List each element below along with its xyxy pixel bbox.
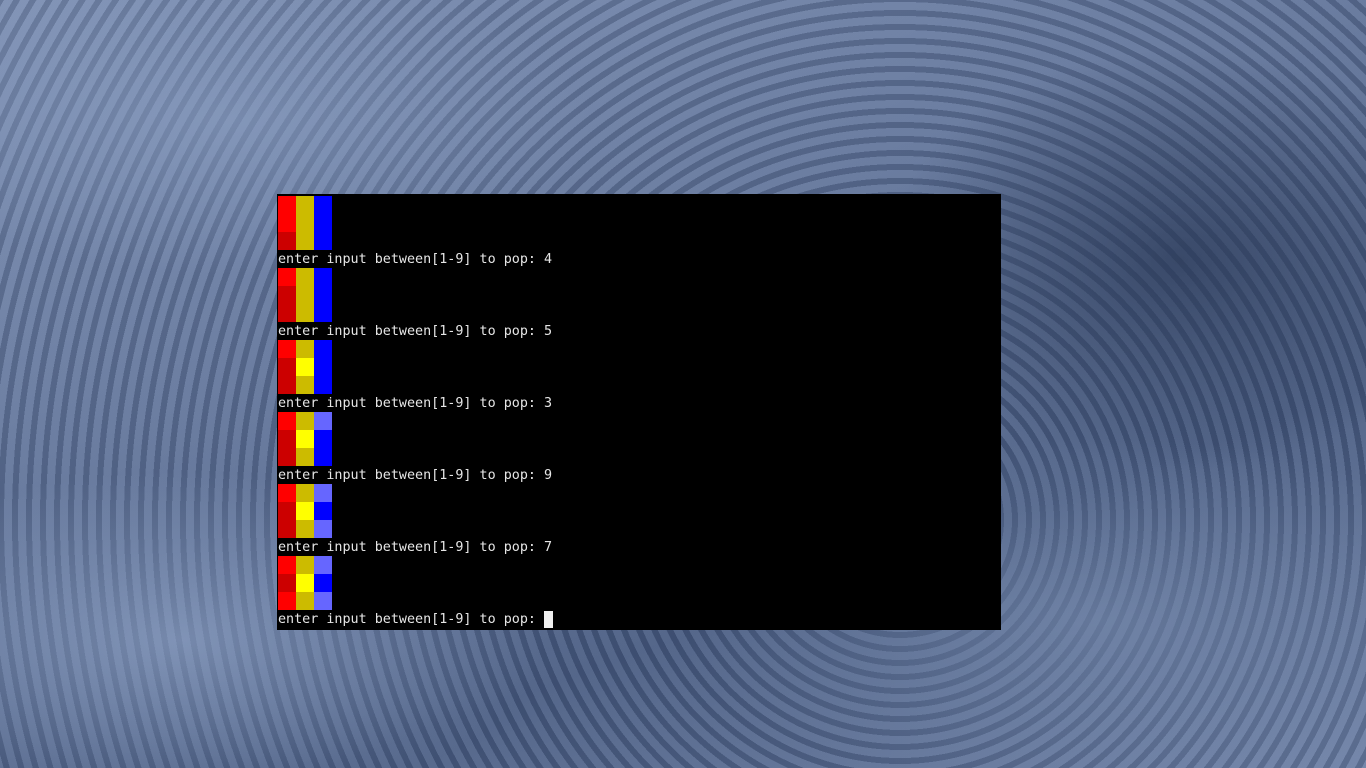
grid-cell	[278, 340, 296, 358]
grid-cell	[278, 376, 296, 394]
grid-cell	[296, 412, 314, 430]
grid-cell	[278, 268, 296, 286]
prompt-line: enter input between[1-9] to pop: 5	[278, 323, 552, 341]
terminal-window[interactable]: enter input between[1-9] to pop: 4 enter …	[277, 194, 1001, 630]
grid-cell	[314, 574, 332, 592]
text-cursor[interactable]	[544, 611, 554, 628]
grid-cell	[314, 232, 332, 250]
prompt-text: enter input between[1-9] to pop: 3	[278, 396, 553, 411]
grid-cell	[278, 574, 296, 592]
grid-cell	[278, 484, 296, 502]
grid-cell	[296, 214, 314, 232]
grid-cell	[296, 502, 314, 520]
grid-cell	[278, 358, 296, 376]
grid-cell	[296, 358, 314, 376]
grid-cell	[314, 358, 332, 376]
grid-cell	[314, 214, 332, 232]
grid-cell	[296, 196, 314, 214]
prompt-line: enter input between[1-9] to pop: 3	[278, 395, 552, 413]
grid-cell	[278, 232, 296, 250]
grid-cell	[314, 484, 332, 502]
active-prompt-line[interactable]: enter input between[1-9] to pop:	[278, 611, 554, 629]
grid-cell	[278, 412, 296, 430]
prompt-text: enter input between[1-9] to pop: 5	[278, 324, 553, 339]
prompt-text: enter input between[1-9] to pop:	[278, 612, 545, 627]
grid-cell	[296, 286, 314, 304]
grid-cell	[296, 556, 314, 574]
grid-cell	[296, 430, 314, 448]
grid-cell	[296, 376, 314, 394]
prompt-text: enter input between[1-9] to pop: 4	[278, 252, 553, 267]
prompt-line: enter input between[1-9] to pop: 4	[278, 251, 552, 269]
grid-cell	[296, 232, 314, 250]
grid-cell	[296, 574, 314, 592]
grid-cell	[314, 340, 332, 358]
grid-cell	[296, 340, 314, 358]
grid-cell	[314, 304, 332, 322]
grid-cell	[314, 592, 332, 610]
grid-cell	[314, 430, 332, 448]
grid-cell	[296, 304, 314, 322]
grid-cell	[278, 304, 296, 322]
grid-cell	[278, 502, 296, 520]
grid-cell	[296, 448, 314, 466]
grid-cell	[314, 286, 332, 304]
grid-cell	[314, 196, 332, 214]
grid-cell	[278, 592, 296, 610]
prompt-text: enter input between[1-9] to pop: 7	[278, 540, 553, 555]
grid-cell	[296, 484, 314, 502]
grid-cell	[278, 430, 296, 448]
grid-cell	[314, 502, 332, 520]
grid-cell	[278, 196, 296, 214]
grid-cell	[296, 592, 314, 610]
grid-cell	[278, 448, 296, 466]
grid-cell	[314, 376, 332, 394]
grid-cell	[314, 520, 332, 538]
grid-cell	[296, 268, 314, 286]
prompt-line: enter input between[1-9] to pop: 7	[278, 539, 552, 557]
grid-cell	[278, 286, 296, 304]
grid-cell	[278, 520, 296, 538]
grid-cell	[314, 448, 332, 466]
grid-cell	[314, 412, 332, 430]
grid-cell	[278, 214, 296, 232]
grid-cell	[296, 520, 314, 538]
prompt-text: enter input between[1-9] to pop: 9	[278, 468, 553, 483]
prompt-line: enter input between[1-9] to pop: 9	[278, 467, 552, 485]
grid-cell	[314, 556, 332, 574]
grid-cell	[278, 556, 296, 574]
grid-cell	[314, 268, 332, 286]
